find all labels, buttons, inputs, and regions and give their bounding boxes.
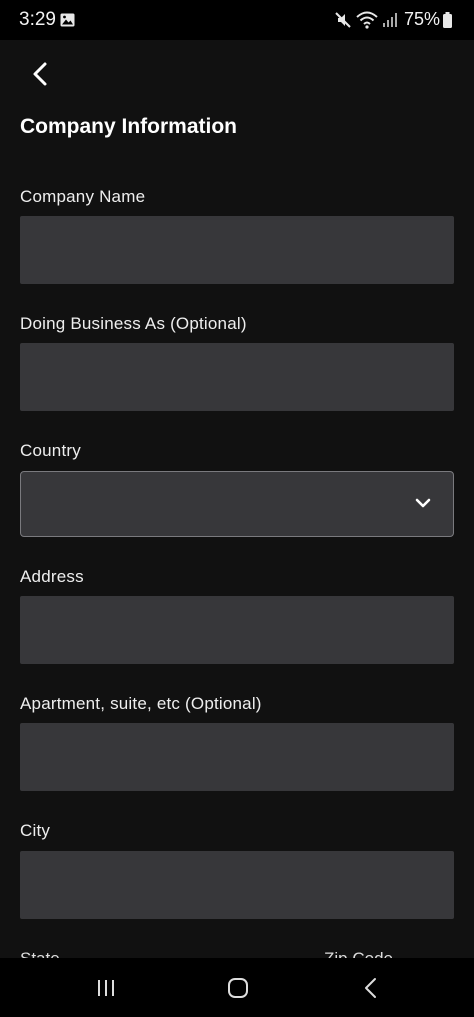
city-input[interactable]: [20, 851, 454, 919]
page-title: Company Information: [20, 115, 238, 138]
status-bar: 3:29 75%: [0, 0, 474, 40]
scroll-cutoff-row: State Zip Code: [0, 945, 474, 959]
image-icon: [60, 13, 75, 32]
dba-input[interactable]: [20, 343, 454, 411]
home-icon: [228, 978, 248, 998]
dba-label: Doing Business As (Optional): [20, 314, 247, 333]
city-label: City: [20, 821, 51, 840]
chevron-down-icon: [415, 496, 431, 514]
country-select[interactable]: [20, 471, 454, 537]
back-button[interactable]: [22, 56, 58, 92]
back-icon: [365, 978, 376, 998]
country-label: Country: [20, 441, 81, 460]
mute-icon: [334, 11, 352, 29]
status-icons: 75%: [334, 9, 456, 30]
company-name-input[interactable]: [20, 216, 454, 284]
apartment-label: Apartment, suite, etc (Optional): [20, 694, 262, 713]
apartment-input[interactable]: [20, 723, 454, 791]
system-nav-bar: [0, 958, 474, 1017]
chevron-left-icon: [33, 62, 47, 86]
recent-apps-icon: [98, 980, 114, 996]
address-label: Address: [20, 567, 84, 586]
battery-percentage: 75%: [403, 9, 440, 29]
battery-icon: [443, 11, 452, 28]
status-time: 3:29: [19, 9, 56, 30]
wifi-icon: [356, 11, 378, 29]
signal-icon: [382, 12, 398, 28]
home-button[interactable]: [223, 974, 253, 1002]
company-name-label: Company Name: [20, 187, 146, 206]
nav-back-button[interactable]: [356, 974, 386, 1002]
recent-apps-button[interactable]: [91, 974, 121, 1002]
address-input[interactable]: [20, 596, 454, 664]
